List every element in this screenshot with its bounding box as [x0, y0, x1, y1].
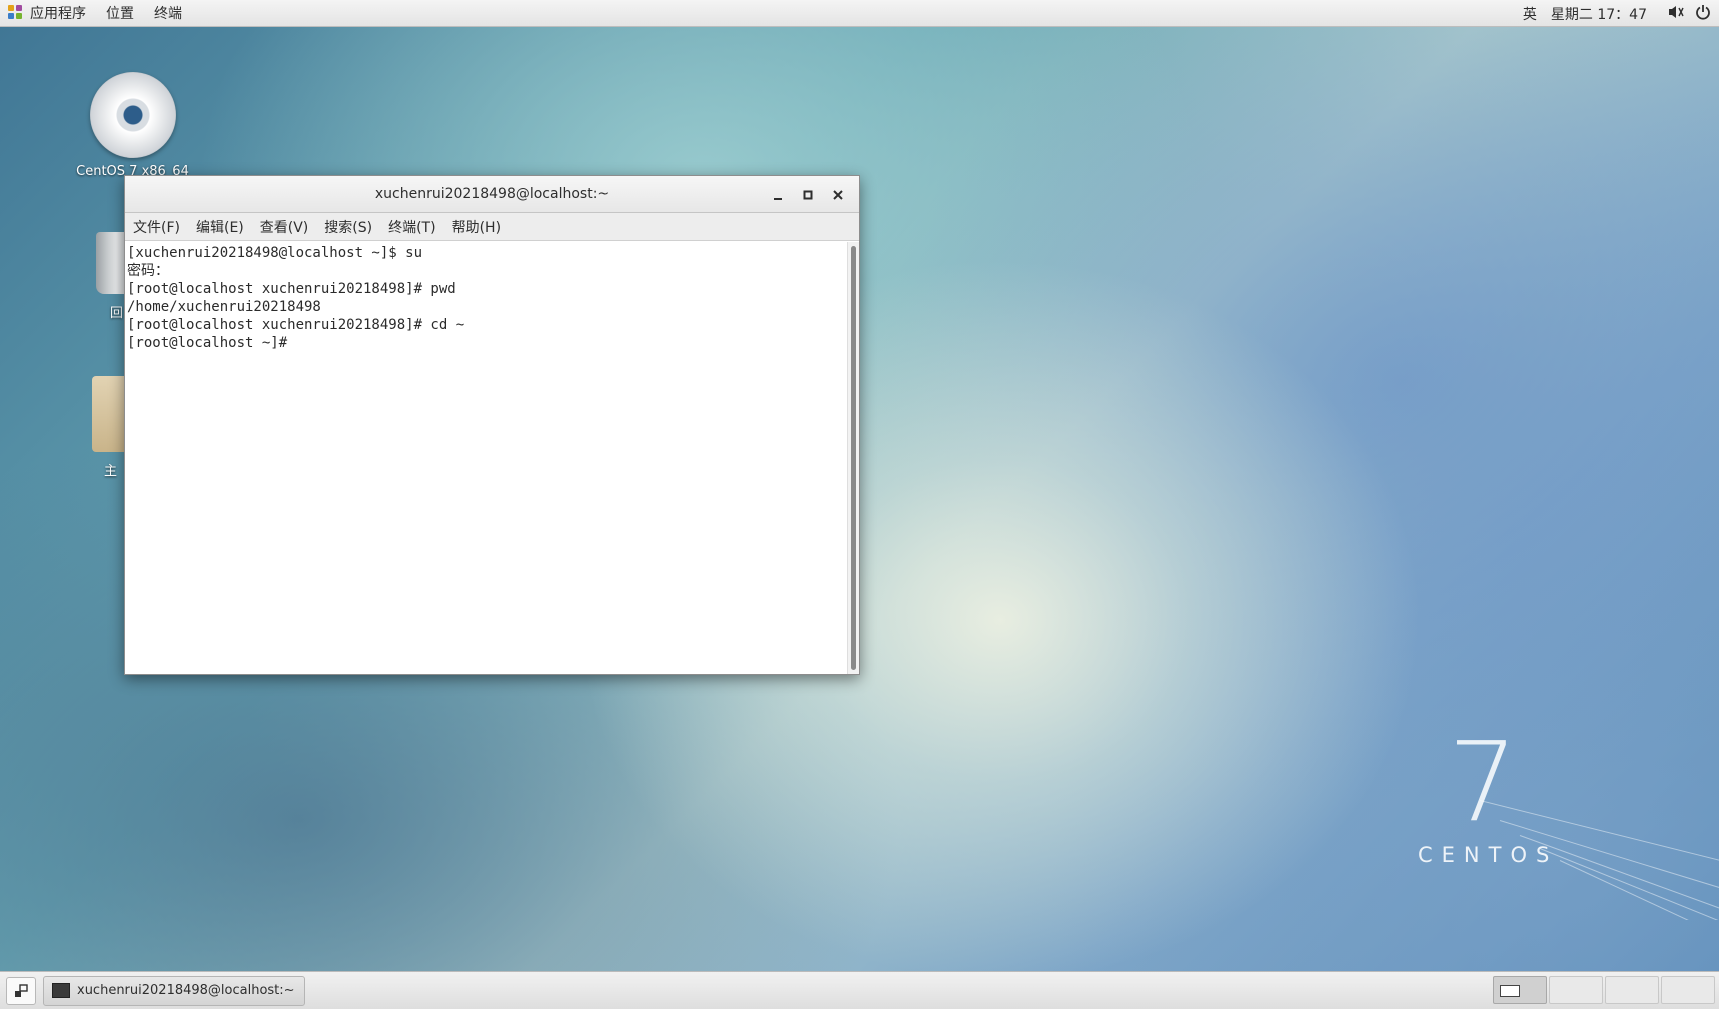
- window-titlebar[interactable]: xuchenrui20218498@localhost:~: [125, 176, 859, 213]
- terminal-app-label: 终端: [154, 6, 182, 22]
- centos-logo-text: CENTOS: [1418, 843, 1559, 867]
- menu-help[interactable]: 帮助(H): [452, 217, 501, 237]
- maximize-icon: [803, 190, 813, 199]
- desktop-icon-cdrom[interactable]: CentOS 7 x86_64: [70, 72, 195, 179]
- volume-icon[interactable]: [1667, 4, 1685, 24]
- applications-icon: [8, 5, 24, 21]
- terminal-menubar: 文件(F) 编辑(E) 查看(V) 搜索(S) 终端(T) 帮助(H): [125, 213, 859, 241]
- terminal-window[interactable]: xuchenrui20218498@localhost:~ 文件(F) 编辑(E…: [124, 175, 860, 675]
- taskbar-terminal-button[interactable]: xuchenrui20218498@localhost:~: [43, 975, 305, 1006]
- menu-view[interactable]: 查看(V): [260, 217, 309, 237]
- applications-menu[interactable]: 应用程序: [0, 0, 98, 27]
- terminal-app-menu[interactable]: 终端: [146, 0, 194, 27]
- power-icon[interactable]: [1695, 4, 1711, 24]
- input-method-indicator[interactable]: 英: [1523, 4, 1537, 24]
- cdrom-icon: [89, 72, 176, 158]
- maximize-button[interactable]: [793, 182, 823, 208]
- terminal-icon: [52, 983, 70, 998]
- terminal-line: 密码：: [127, 263, 169, 279]
- workspace-switcher: [1491, 976, 1715, 1004]
- workspace-3[interactable]: [1605, 976, 1659, 1004]
- minimize-icon: [774, 197, 782, 200]
- scrollbar-thumb[interactable]: [851, 246, 856, 670]
- close-button[interactable]: [823, 182, 853, 208]
- svg-text:7: 7: [1448, 730, 1518, 830]
- clock[interactable]: 星期二 17：47: [1551, 4, 1647, 24]
- taskbar-terminal-label: xuchenrui20218498@localhost:~: [77, 983, 295, 998]
- terminal-line: [root@localhost xuchenrui20218498]# pwd: [127, 281, 456, 297]
- terminal-line: /home/xuchenrui20218498: [127, 299, 321, 315]
- workspace-4[interactable]: [1661, 976, 1715, 1004]
- terminal-scrollbar[interactable]: [847, 242, 859, 674]
- top-panel: 应用程序 位置 终端 英 星期二 17：47: [0, 0, 1719, 27]
- menu-search[interactable]: 搜索(S): [324, 217, 372, 237]
- terminal-output[interactable]: [xuchenrui20218498@localhost ~]$ su 密码： [r…: [125, 242, 847, 674]
- terminal-line: [root@localhost ~]#: [127, 335, 296, 351]
- bottom-taskbar: xuchenrui20218498@localhost:~: [0, 971, 1719, 1009]
- applications-label: 应用程序: [30, 6, 86, 22]
- places-menu[interactable]: 位置: [98, 0, 146, 27]
- minimize-button[interactable]: [763, 182, 793, 208]
- centos-logo-seven: 7: [1448, 730, 1518, 830]
- terminal-line: [root@localhost xuchenrui20218498]# cd ~: [127, 317, 465, 333]
- workspace-2[interactable]: [1549, 976, 1603, 1004]
- menu-terminal[interactable]: 终端(T): [388, 217, 435, 237]
- close-icon: [833, 189, 843, 200]
- menu-file[interactable]: 文件(F): [133, 217, 180, 237]
- show-desktop-icon: [15, 983, 28, 997]
- terminal-line: [xuchenrui20218498@localhost ~]$ su: [127, 245, 423, 261]
- window-title: xuchenrui20218498@localhost:~: [374, 186, 610, 202]
- workspace-1[interactable]: [1493, 976, 1547, 1004]
- menu-edit[interactable]: 编辑(E): [196, 217, 244, 237]
- show-desktop-button[interactable]: [6, 976, 36, 1005]
- places-label: 位置: [106, 6, 134, 22]
